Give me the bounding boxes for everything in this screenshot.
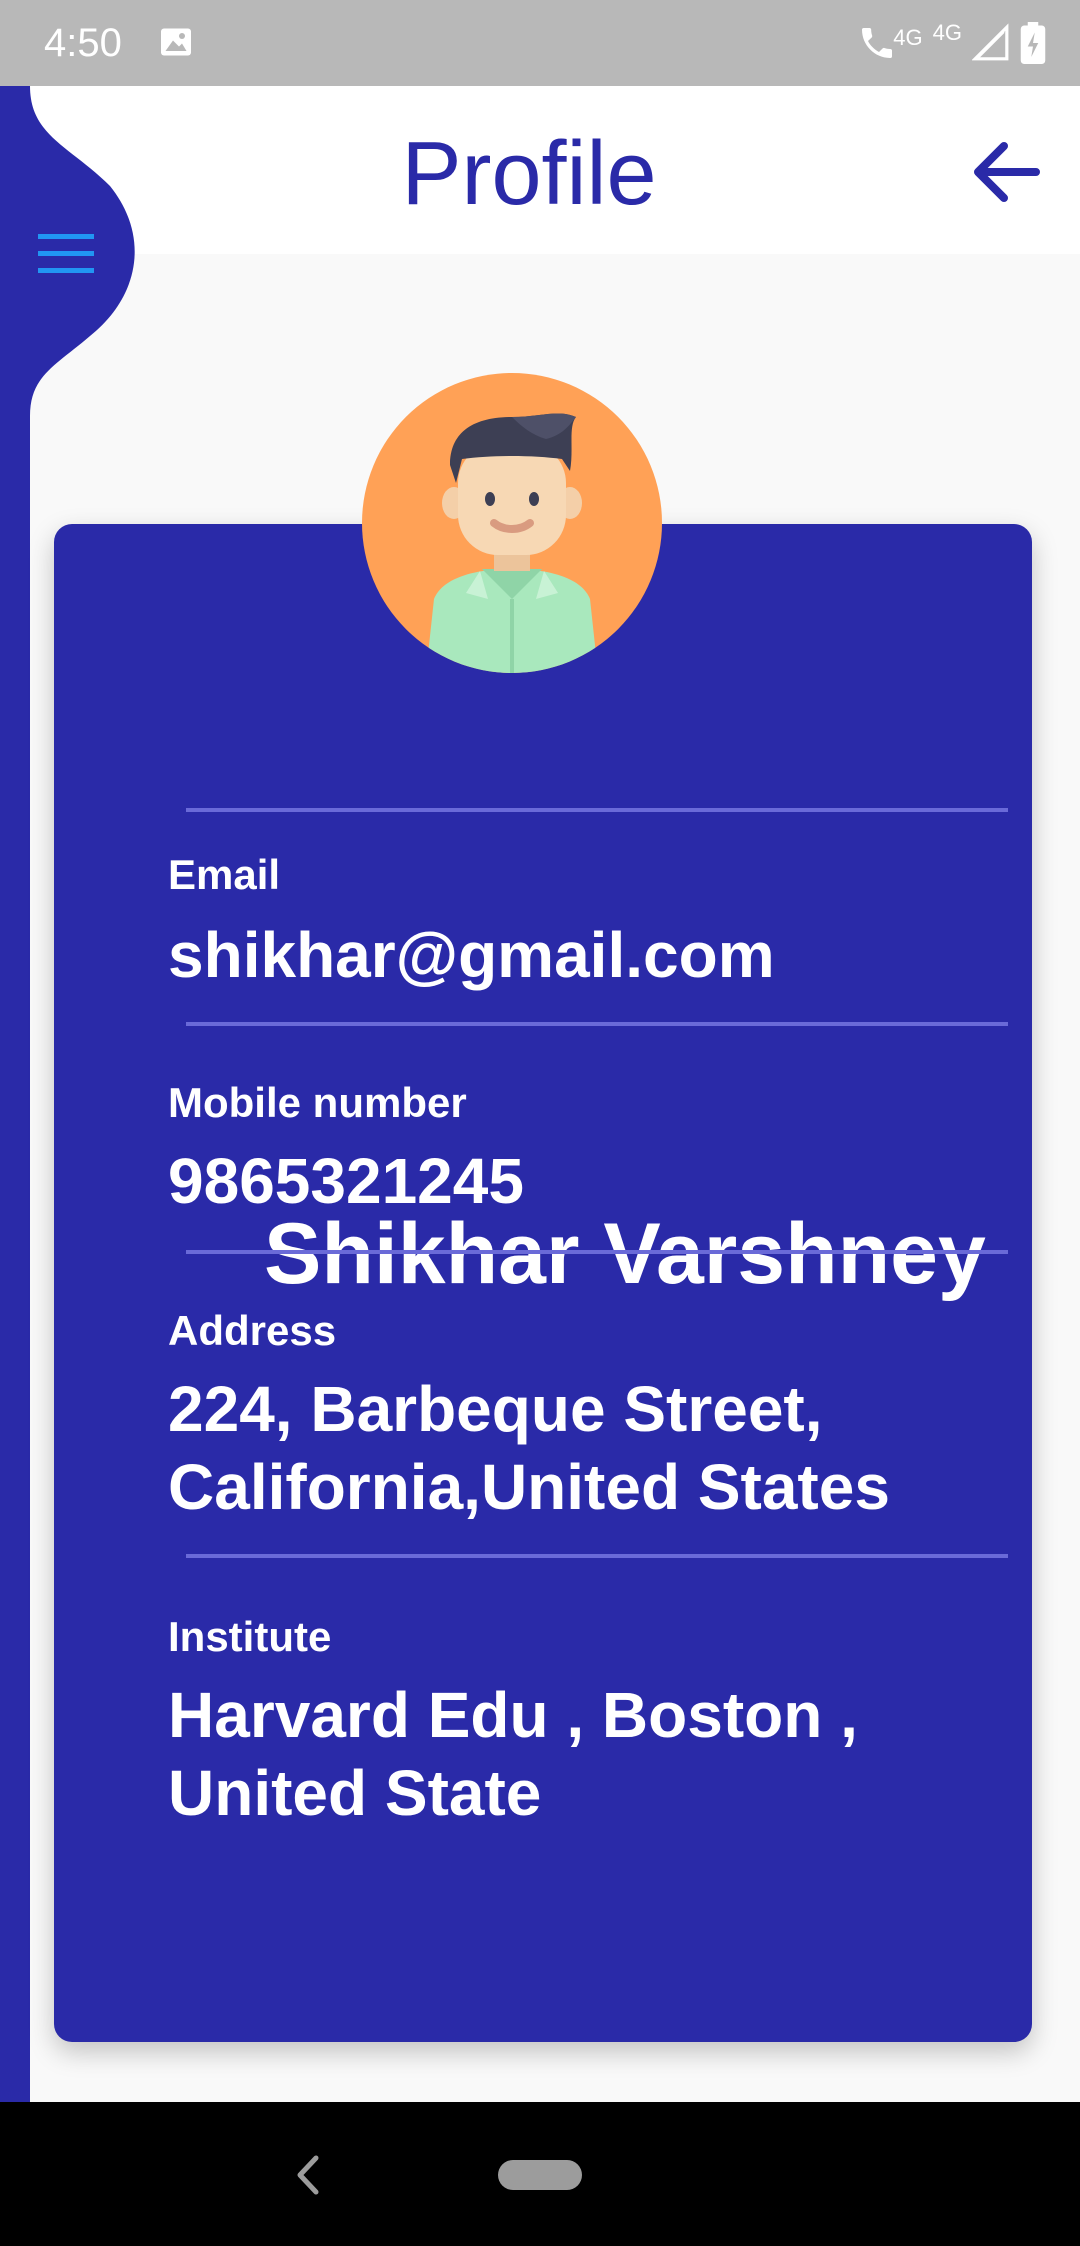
arrow-left-icon[interactable] <box>966 132 1046 212</box>
hamburger-menu-icon[interactable] <box>38 232 94 276</box>
app-header: Profile <box>30 86 1080 254</box>
nav-back-icon[interactable] <box>290 2150 324 2200</box>
status-time: 4:50 <box>44 21 122 65</box>
battery-charging-icon <box>1020 22 1046 64</box>
email-label: Email <box>168 851 281 898</box>
divider <box>186 808 1008 812</box>
institute-value: Harvard Edu , Boston , United State <box>168 1679 858 1829</box>
status-indicators: 4G 4G <box>857 18 1046 68</box>
image-icon <box>161 28 191 56</box>
mobile-value: 9865321245 <box>168 1145 524 1217</box>
profile-card: Shikhar Varshney Email shikhar@gmail.com… <box>54 524 1032 2042</box>
email-value: shikhar@gmail.com <box>168 919 775 991</box>
address-label: Address <box>168 1307 337 1354</box>
male-avatar-icon <box>362 373 662 673</box>
institute-label: Institute <box>168 1613 332 1660</box>
divider <box>186 1022 1008 1026</box>
divider <box>186 1250 1008 1254</box>
signal-icon <box>972 23 1009 61</box>
nav-home-pill[interactable] <box>498 2160 582 2190</box>
network-type-label: 4G <box>893 25 923 50</box>
page-title: Profile <box>401 124 657 224</box>
mobile-label: Mobile number <box>168 1079 467 1126</box>
system-nav-bar <box>0 2102 1080 2246</box>
wifi-calling-icon <box>862 28 893 58</box>
status-bar: 4:50 4G 4G <box>0 0 1080 86</box>
divider <box>186 1554 1008 1558</box>
network-type-label-2: 4G <box>932 20 962 45</box>
address-value: 224, Barbeque Street, California,United … <box>168 1373 890 1523</box>
